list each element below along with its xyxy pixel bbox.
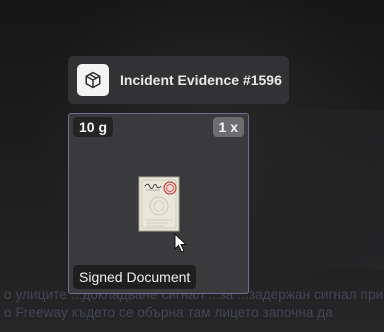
item-count-badge: 1 x (212, 117, 244, 137)
background-shade (250, 110, 384, 270)
inventory-title: Incident Evidence #1596 (120, 72, 282, 88)
signed-document-icon (138, 176, 180, 232)
package-icon (77, 64, 109, 96)
item-name-label: Signed Document (73, 265, 197, 289)
background-text-line-2: о Freeway където се обърна там лицето за… (4, 305, 333, 320)
item-weight: 10 g (73, 117, 114, 137)
inventory-header: Incident Evidence #1596 (68, 56, 289, 104)
mouse-cursor-icon (174, 233, 188, 253)
inventory-slot[interactable]: 10 g 1 x Signed Document (68, 113, 249, 294)
